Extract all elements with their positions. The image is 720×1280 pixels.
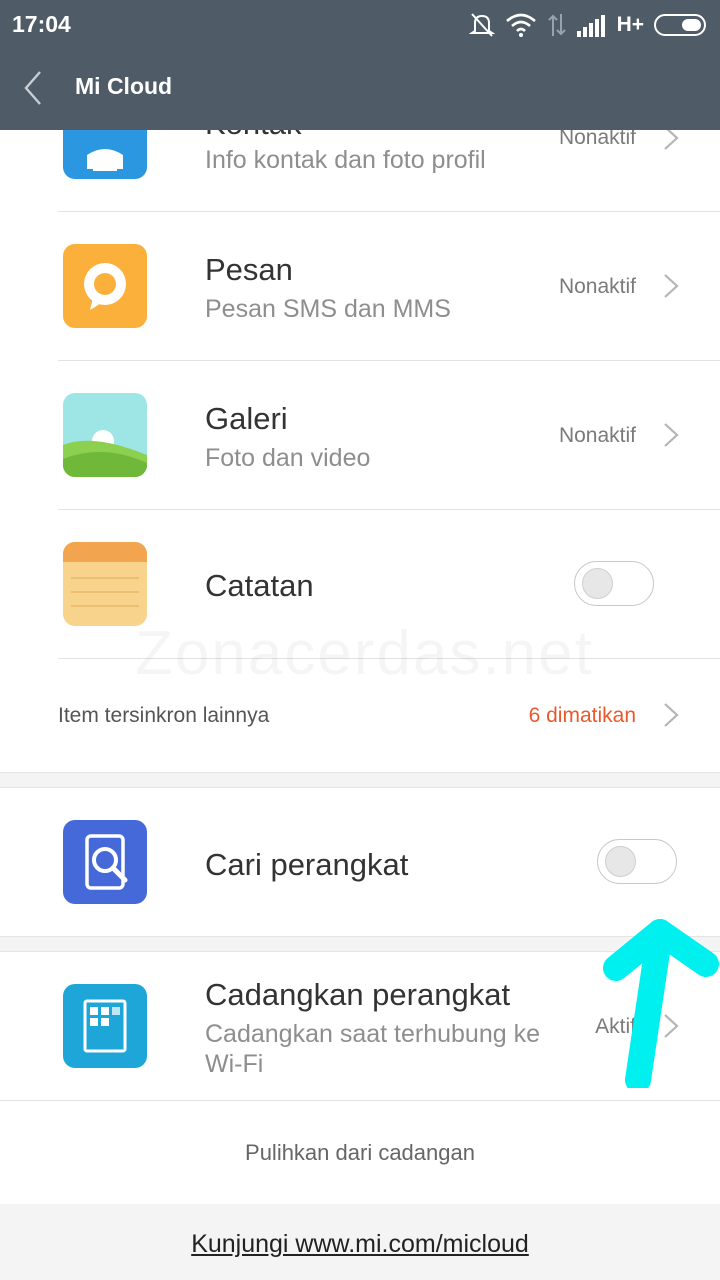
battery-icon bbox=[654, 14, 706, 36]
wifi-icon bbox=[505, 13, 536, 37]
galeri-subtitle: Foto dan video bbox=[205, 444, 371, 472]
mute-bell-icon bbox=[468, 13, 495, 37]
app-bar: Mi Cloud bbox=[0, 50, 720, 130]
message-icon bbox=[63, 244, 147, 328]
backup-title: Cadangkan perangkat bbox=[205, 977, 511, 1012]
status-bar: 17:04 H+ bbox=[0, 0, 720, 50]
status-time: 17:04 bbox=[12, 11, 71, 37]
backup-subtitle-line1: Cadangkan saat terhubung ke bbox=[205, 1020, 540, 1048]
micloud-website-link[interactable]: Kunjungi www.mi.com/micloud bbox=[0, 1230, 720, 1259]
find-device-toggle[interactable] bbox=[597, 839, 677, 884]
pesan-status: Nonaktif bbox=[558, 275, 636, 298]
find-device-icon bbox=[63, 820, 147, 904]
chevron-right-icon bbox=[664, 703, 679, 727]
gallery-icon bbox=[63, 393, 147, 477]
pesan-title: Pesan bbox=[205, 252, 293, 287]
find-device-title: Cari perangkat bbox=[205, 847, 409, 882]
chevron-right-icon bbox=[664, 274, 679, 298]
list-item-backup-device[interactable]: Cadangkan perangkat Cadangkan saat terhu… bbox=[0, 953, 720, 1101]
galeri-title: Galeri bbox=[205, 401, 288, 436]
network-type: H+ bbox=[616, 13, 644, 36]
catatan-toggle[interactable] bbox=[574, 561, 654, 606]
kontak-subtitle: Info kontak dan foto profil bbox=[205, 146, 486, 174]
catatan-title: Catatan bbox=[205, 568, 314, 603]
other-synced-label: Item tersinkron lainnya bbox=[58, 704, 270, 727]
settings-list: Kontak Info kontak dan foto profil Nonak… bbox=[0, 0, 720, 1280]
footer: Kunjungi www.mi.com/micloud bbox=[0, 1204, 720, 1280]
list-item-galeri[interactable]: Galeri Foto dan video Nonaktif bbox=[0, 361, 720, 509]
page-title: Mi Cloud bbox=[75, 73, 173, 99]
signal-icon bbox=[576, 15, 605, 37]
backup-status: Aktif bbox=[595, 1015, 636, 1038]
pesan-subtitle: Pesan SMS dan MMS bbox=[205, 295, 451, 323]
list-item-find-device: Cari perangkat bbox=[0, 789, 720, 937]
notes-icon bbox=[63, 542, 147, 626]
back-arrow-icon[interactable] bbox=[18, 66, 54, 110]
section-gap bbox=[0, 772, 720, 788]
data-transfer-icon bbox=[547, 14, 566, 36]
toggle-knob bbox=[605, 846, 636, 877]
other-synced-count: 6 dimatikan bbox=[528, 704, 636, 727]
toggle-knob bbox=[582, 568, 613, 599]
section-gap bbox=[0, 936, 720, 952]
status-icons: H+ bbox=[468, 10, 708, 40]
galeri-status: Nonaktif bbox=[558, 424, 636, 447]
chevron-right-icon bbox=[664, 1014, 679, 1038]
backup-icon bbox=[63, 984, 147, 1068]
backup-subtitle-line2: Wi-Fi bbox=[205, 1050, 264, 1078]
divider bbox=[0, 1100, 720, 1101]
list-item-pesan[interactable]: Pesan Pesan SMS dan MMS Nonaktif bbox=[0, 212, 720, 360]
chevron-right-icon bbox=[664, 423, 679, 447]
restore-from-backup-link[interactable]: Pulihkan dari cadangan bbox=[0, 1140, 720, 1166]
